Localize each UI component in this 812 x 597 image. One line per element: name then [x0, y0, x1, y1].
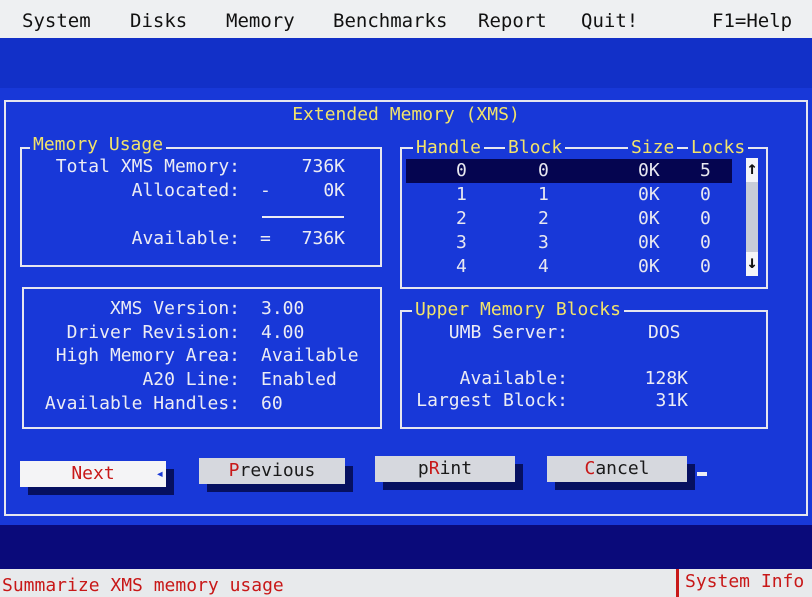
umb-server-label: UMB Server: — [448, 322, 568, 343]
status-section-label: System Info — [676, 569, 812, 597]
allocated-value: 0K — [323, 180, 345, 201]
a20-line-label: A20 Line: — [142, 369, 240, 390]
window-title: Extended Memory (XMS) — [288, 104, 524, 125]
cell-block: 3 — [538, 232, 549, 253]
umb-available-label: Available: — [459, 368, 568, 389]
scroll-up-icon[interactable]: ↑ — [746, 158, 758, 182]
text-cursor — [697, 472, 707, 476]
status-message: Summarize XMS memory usage — [2, 575, 284, 596]
available-label: Available: — [131, 228, 240, 249]
hma-value: Available — [261, 345, 359, 366]
allocated-label: Allocated: — [131, 180, 240, 201]
cell-block: 0 — [538, 160, 549, 181]
previous-label: revious — [239, 460, 316, 481]
previous-hotkey: P — [228, 460, 240, 481]
desktop-background — [0, 38, 812, 88]
sum-divider — [262, 216, 344, 218]
print-label: int — [439, 458, 473, 479]
cell-handle: 4 — [456, 256, 467, 277]
total-xms-value: 736K — [301, 156, 345, 177]
cell-handle: 3 — [456, 232, 467, 253]
table-row[interactable]: 1 1 0K 0 — [406, 183, 732, 207]
available-handles-label: Available Handles: — [44, 393, 240, 414]
xms-version-label: XMS Version: — [109, 298, 240, 319]
print-button[interactable]: pRint — [375, 456, 515, 482]
cell-locks: 0 — [700, 184, 711, 205]
table-row[interactable]: 3 3 0K 0 — [406, 231, 732, 255]
next-label: ext — [82, 463, 115, 484]
col-handle-header: Handle — [413, 137, 485, 158]
menu-report[interactable]: Report — [478, 10, 547, 32]
hma-label: High Memory Area: — [55, 345, 240, 366]
largest-block-label: Largest Block: — [416, 390, 568, 411]
driver-revision-value: 4.00 — [261, 322, 305, 343]
table-row[interactable]: 2 2 0K 0 — [406, 207, 732, 231]
col-locks-header: Locks — [688, 137, 749, 158]
largest-block-value: 31K — [655, 390, 688, 411]
cancel-button[interactable]: Cancel — [547, 456, 687, 482]
menu-memory[interactable]: Memory — [226, 10, 295, 32]
cancel-hotkey: C — [584, 458, 596, 479]
menu-benchmarks[interactable]: Benchmarks — [333, 10, 447, 32]
available-value: 736K — [301, 228, 345, 249]
a20-line-value: Enabled — [261, 369, 337, 390]
menu-help[interactable]: F1=Help — [712, 10, 792, 32]
driver-revision-label: Driver Revision: — [66, 322, 240, 343]
next-button[interactable]: Next ◂ — [20, 461, 166, 487]
table-row[interactable]: 4 4 0K 0 — [406, 255, 732, 279]
previous-button[interactable]: Previous — [199, 458, 345, 484]
umb-title: Upper Memory Blocks — [412, 299, 624, 320]
next-hotkey: N — [71, 463, 83, 484]
cell-block: 2 — [538, 208, 549, 229]
xms-version-value: 3.00 — [261, 298, 305, 319]
col-block-header: Block — [505, 137, 566, 158]
table-row[interactable]: 0 0 0K 5 — [406, 159, 732, 183]
available-handles-value: 60 — [261, 393, 283, 414]
menu-disks[interactable]: Disks — [130, 10, 187, 32]
cell-locks: 0 — [700, 232, 711, 253]
cell-handle: 0 — [456, 160, 467, 181]
menu-bar: System Disks Memory Benchmarks Report Qu… — [0, 0, 812, 38]
cell-locks: 5 — [700, 160, 711, 181]
menu-system[interactable]: System — [22, 10, 91, 32]
print-hotkey: R — [428, 458, 440, 479]
cell-size: 0K — [638, 208, 660, 229]
scroll-down-icon[interactable]: ↓ — [746, 252, 758, 276]
cell-size: 0K — [638, 232, 660, 253]
umb-available-value: 128K — [644, 368, 688, 389]
memory-usage-title: Memory Usage — [30, 134, 167, 155]
print-label-prefix: p — [417, 458, 429, 479]
cell-locks: 0 — [700, 208, 711, 229]
cell-size: 0K — [638, 256, 660, 277]
cell-block: 1 — [538, 184, 549, 205]
total-xms-label: Total XMS Memory: — [55, 156, 240, 177]
cancel-label: ancel — [595, 458, 650, 479]
col-size-header: Size — [628, 137, 678, 158]
cell-handle: 2 — [456, 208, 467, 229]
focus-marker-icon: ◂ — [155, 466, 164, 482]
status-bar: Summarize XMS memory usage System Info — [0, 569, 812, 597]
cell-size: 0K — [638, 160, 660, 181]
cell-locks: 0 — [700, 256, 711, 277]
umb-server-value: DOS — [648, 322, 681, 343]
cell-size: 0K — [638, 184, 660, 205]
cell-block: 4 — [538, 256, 549, 277]
cell-handle: 1 — [456, 184, 467, 205]
menu-quit[interactable]: Quit! — [581, 10, 638, 32]
